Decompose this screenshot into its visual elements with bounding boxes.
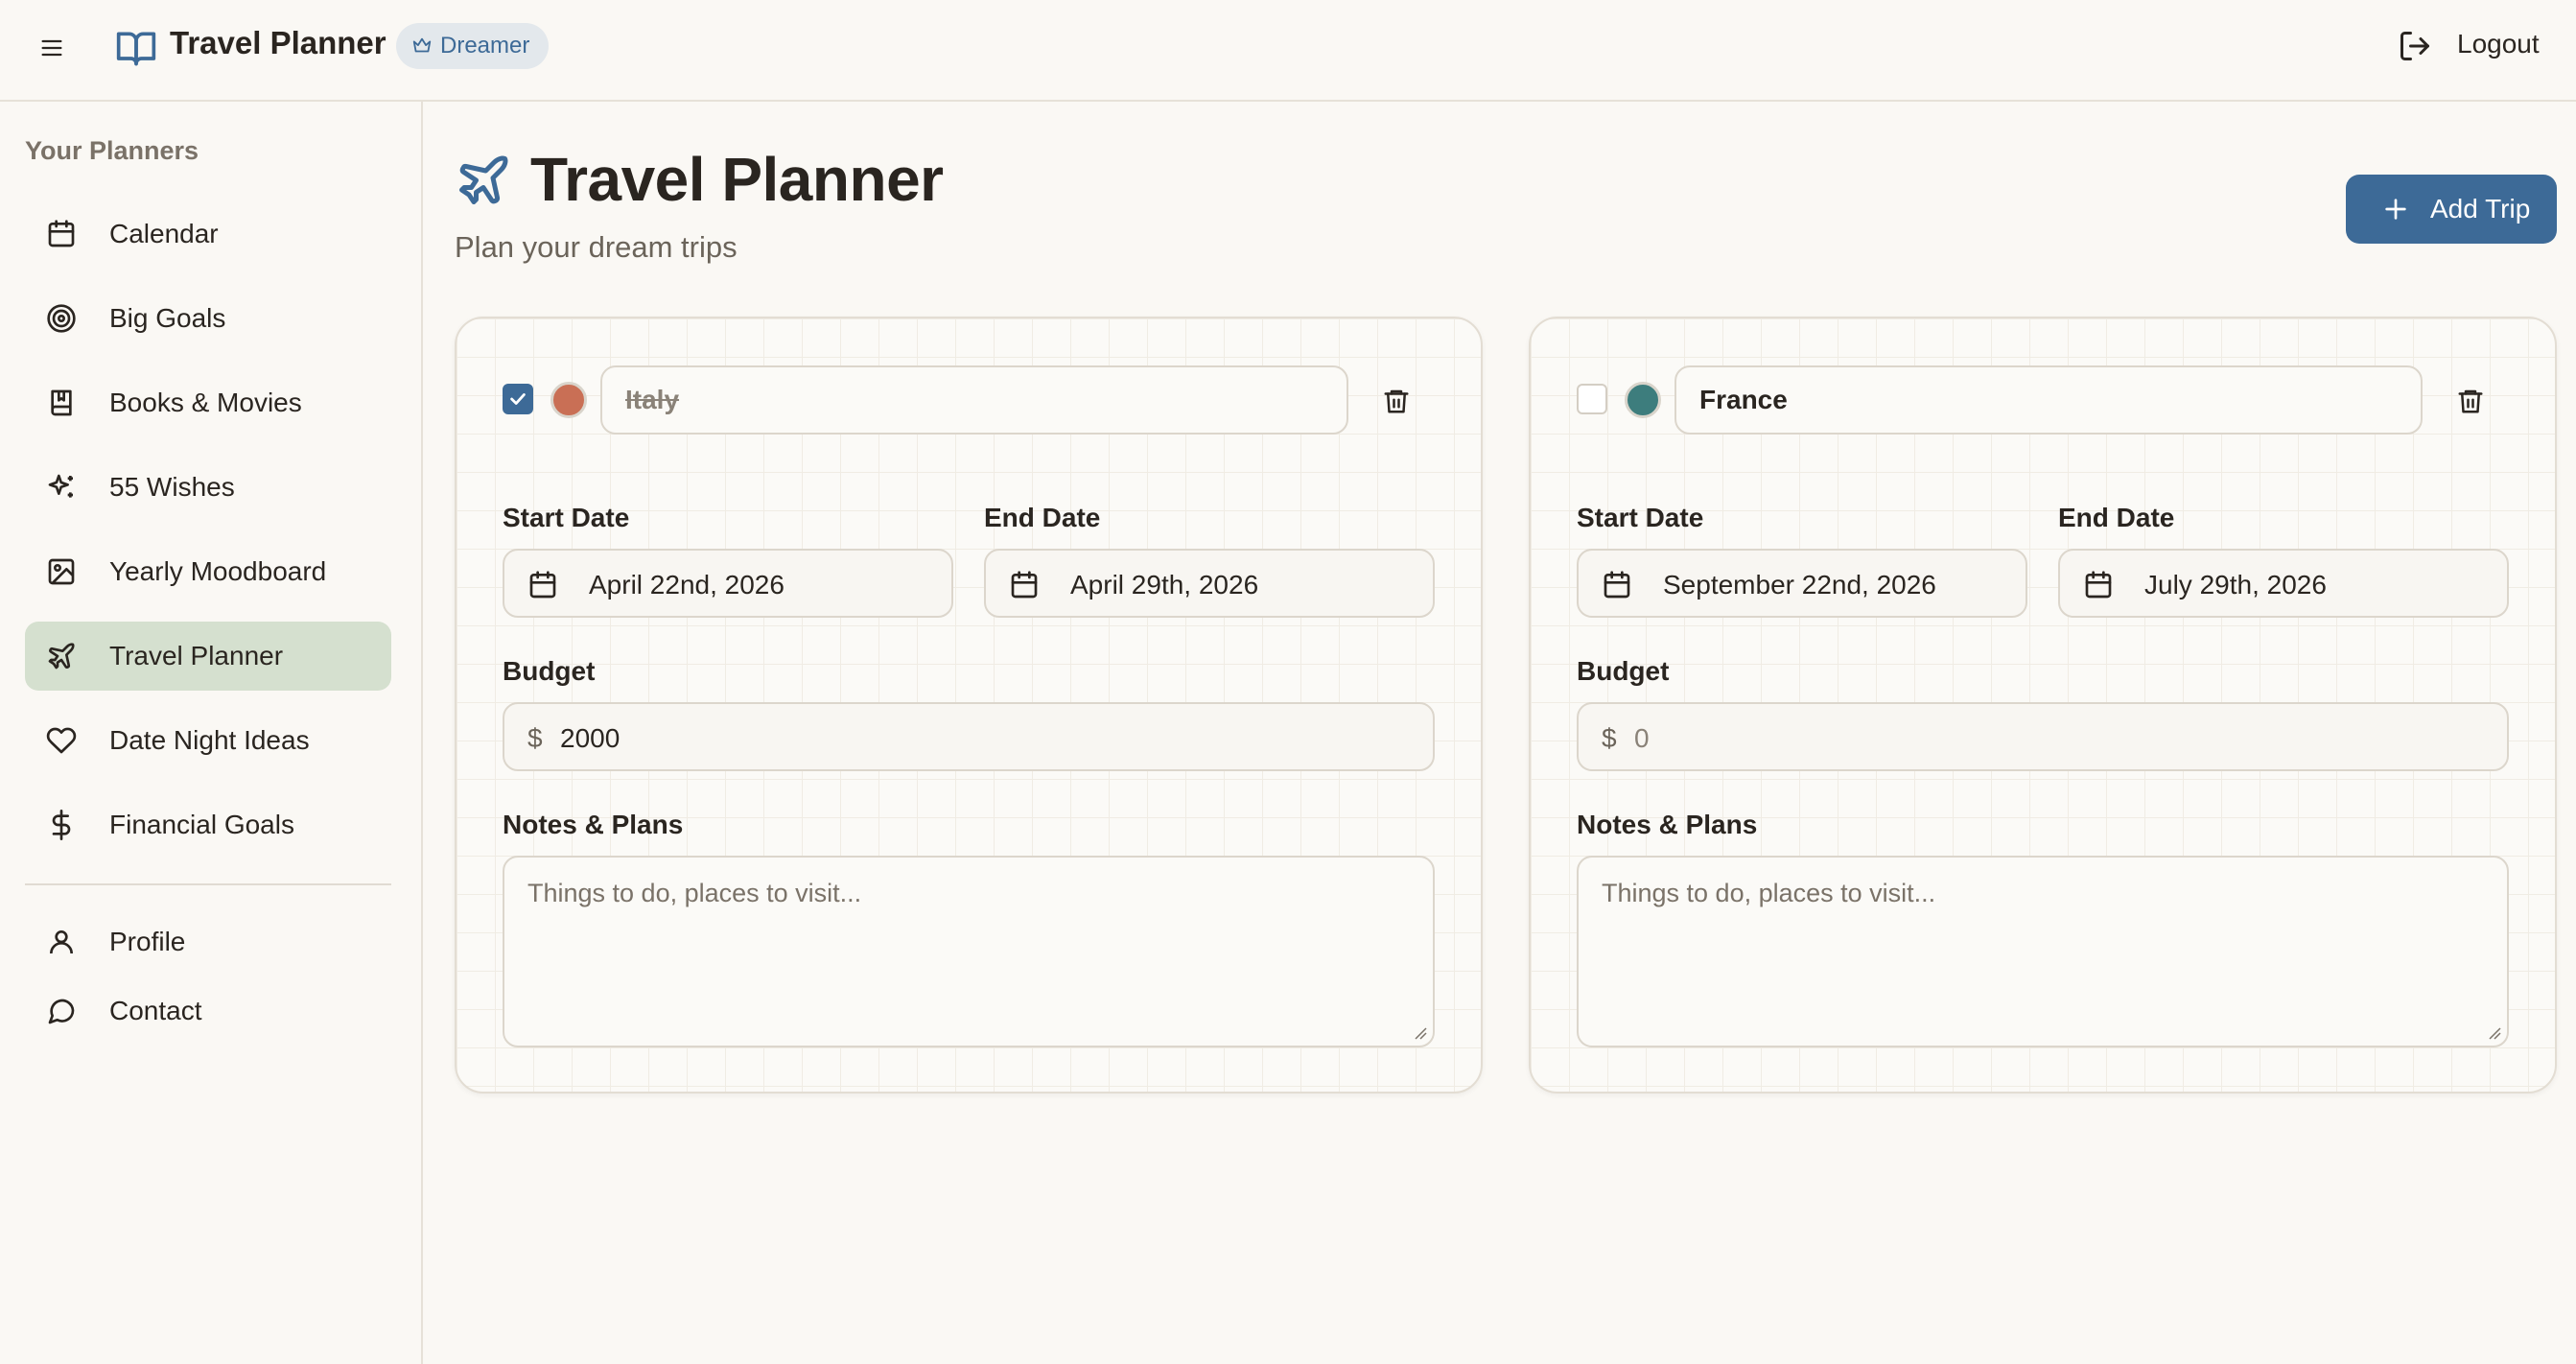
plane-icon [46, 641, 77, 671]
sidebar-item-big-goals[interactable]: Big Goals [25, 284, 391, 353]
notes-placeholder: Things to do, places to visit... [1602, 879, 1936, 907]
sidebar-item-moodboard[interactable]: Yearly Moodboard [25, 537, 391, 606]
sidebar-heading: Your Planners [25, 136, 199, 165]
plane-icon [455, 152, 516, 213]
message-icon [46, 996, 77, 1026]
target-icon [46, 303, 77, 334]
trip-color-picker[interactable] [550, 382, 587, 418]
end-date-picker[interactable]: July 29th, 2026 [2058, 549, 2509, 618]
check-icon [510, 393, 526, 405]
budget-label: Budget [1577, 656, 1670, 686]
add-trip-button[interactable]: Add Trip [2346, 175, 2557, 244]
sidebar-item-label: Profile [109, 927, 186, 956]
page-subtitle: Plan your dream trips [455, 230, 738, 264]
plus-icon [2380, 194, 2411, 224]
trip-name-input[interactable]: Italy [600, 365, 1348, 435]
end-date-label: End Date [2058, 503, 2175, 532]
app-title: Travel Planner [170, 25, 386, 60]
logout-button[interactable]: Logout [2457, 29, 2540, 59]
start-date-value: September 22nd, 2026 [1663, 570, 1936, 600]
calendar-icon [1602, 570, 1632, 600]
dollar-icon [46, 810, 77, 840]
trip-color-picker[interactable] [1625, 382, 1661, 418]
notes-label: Notes & Plans [1577, 810, 1758, 839]
book-icon [46, 388, 77, 418]
end-date-value: April 29th, 2026 [1070, 570, 1259, 600]
sidebar-item-financial-goals[interactable]: Financial Goals [25, 790, 391, 859]
start-date-picker[interactable]: September 22nd, 2026 [1577, 549, 2027, 618]
resize-handle-icon[interactable] [2488, 1026, 2501, 1040]
calendar-icon [2083, 570, 2114, 600]
sidebar-item-wishes[interactable]: 55 Wishes [25, 453, 391, 522]
end-date-label: End Date [984, 503, 1101, 532]
notes-textarea[interactable]: Things to do, places to visit... [503, 856, 1435, 1047]
plan-badge: Dreamer [396, 23, 550, 69]
sidebar-item-label: Date Night Ideas [109, 725, 310, 755]
sidebar-item-label: Financial Goals [109, 810, 294, 839]
logout-icon[interactable] [2398, 29, 2434, 65]
calendar-icon [46, 219, 77, 249]
sidebar-item-calendar[interactable]: Calendar [25, 200, 391, 269]
sidebar-item-label: Calendar [109, 219, 219, 248]
sparkles-icon [46, 472, 77, 503]
page-title: Travel Planner [530, 145, 944, 214]
sidebar-item-books-movies[interactable]: Books & Movies [25, 368, 391, 437]
currency-symbol: $ [1602, 723, 1617, 753]
trip-complete-checkbox[interactable] [1577, 384, 1607, 414]
currency-symbol: $ [527, 723, 543, 753]
start-date-picker[interactable]: April 22nd, 2026 [503, 549, 953, 618]
sidebar-item-contact[interactable]: Contact [25, 976, 391, 1046]
budget-input[interactable]: $ 0 [1577, 702, 2509, 771]
sidebar: Your Planners Calendar Big Goals Books &… [0, 102, 423, 1364]
badge-label: Dreamer [440, 33, 530, 59]
image-icon [46, 556, 77, 587]
sidebar-item-date-night[interactable]: Date Night Ideas [25, 706, 391, 775]
sidebar-item-label: 55 Wishes [109, 472, 235, 502]
heart-icon [46, 725, 77, 756]
trip-card: Italy Start Date End Date April 22nd, 20… [455, 317, 1483, 1094]
notes-textarea[interactable]: Things to do, places to visit... [1577, 856, 2509, 1047]
sidebar-item-label: Travel Planner [109, 641, 284, 670]
trip-name-input[interactable]: France [1674, 365, 2423, 435]
sidebar-item-label: Books & Movies [109, 388, 302, 417]
budget-value: 2000 [560, 723, 621, 753]
user-icon [46, 927, 77, 957]
trip-complete-checkbox[interactable] [503, 384, 533, 414]
budget-label: Budget [503, 656, 596, 686]
notes-placeholder: Things to do, places to visit... [527, 879, 862, 907]
top-bar: Travel Planner Dreamer Logout [0, 0, 2576, 102]
hamburger-icon [41, 39, 62, 57]
end-date-value: July 29th, 2026 [2144, 570, 2327, 600]
calendar-icon [1009, 570, 1040, 600]
calendar-icon [527, 570, 558, 600]
trash-icon[interactable] [1377, 382, 1416, 420]
start-date-label: Start Date [1577, 503, 1704, 532]
trip-card: France Start Date End Date September 22n… [1529, 317, 2557, 1094]
start-date-label: Start Date [503, 503, 630, 532]
sidebar-item-label: Yearly Moodboard [109, 556, 327, 586]
menu-button[interactable] [33, 29, 71, 67]
sidebar-item-label: Contact [109, 996, 202, 1025]
budget-value: 0 [1634, 723, 1650, 753]
sidebar-divider [25, 883, 391, 885]
start-date-value: April 22nd, 2026 [589, 570, 785, 600]
end-date-picker[interactable]: April 29th, 2026 [984, 549, 1435, 618]
sidebar-item-travel-planner[interactable]: Travel Planner [25, 622, 391, 691]
sidebar-item-profile[interactable]: Profile [25, 907, 391, 976]
sidebar-item-label: Big Goals [109, 303, 226, 333]
open-book-icon [115, 27, 157, 69]
budget-input[interactable]: $ 2000 [503, 702, 1435, 771]
notes-label: Notes & Plans [503, 810, 684, 839]
trash-icon[interactable] [2451, 382, 2490, 420]
resize-handle-icon[interactable] [1414, 1026, 1427, 1040]
crown-icon [412, 37, 432, 53]
add-trip-label: Add Trip [2430, 194, 2531, 223]
